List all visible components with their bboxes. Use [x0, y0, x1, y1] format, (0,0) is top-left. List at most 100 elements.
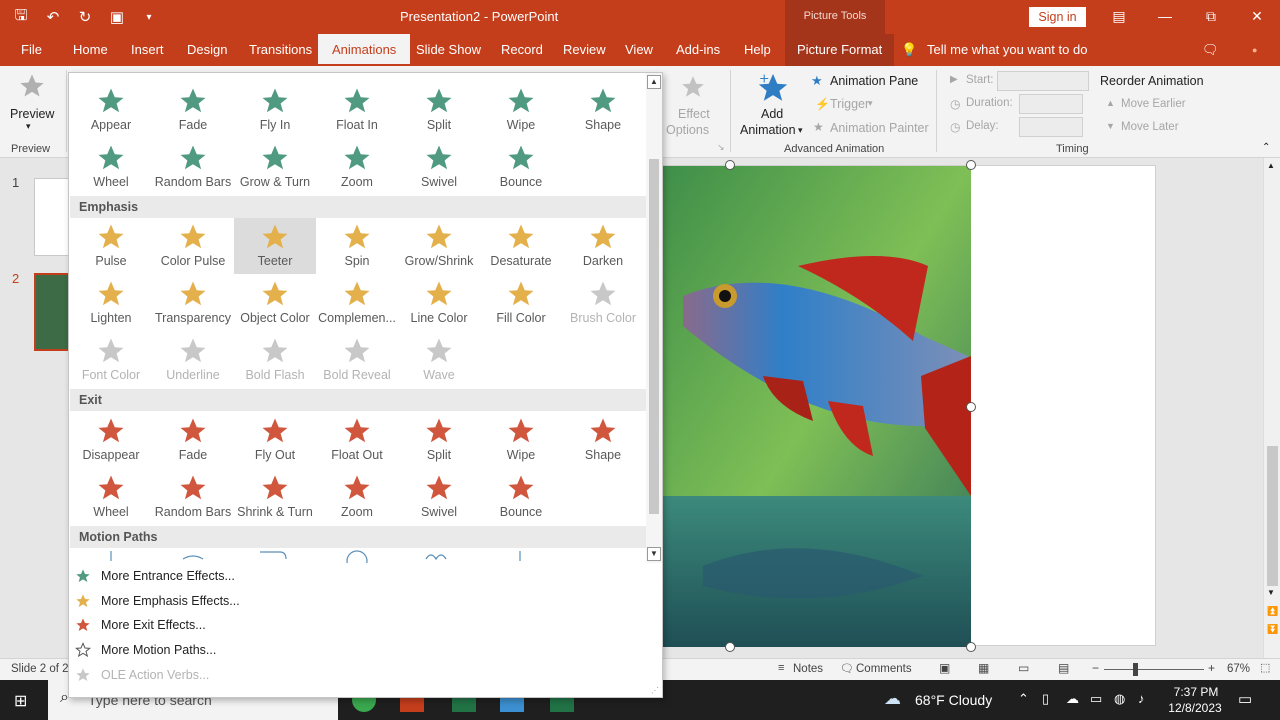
customize-qat-icon[interactable]: ▾ [138, 6, 160, 28]
wifi-icon[interactable]: ◍ [1114, 691, 1125, 707]
chevron-up-icon[interactable]: ⌃ [1018, 691, 1029, 707]
effect-entrance-grow-turn[interactable]: Grow & Turn [234, 139, 316, 195]
effect-entrance-wipe[interactable]: Wipe [480, 82, 562, 138]
windows-start-icon[interactable]: ⊞ [14, 691, 27, 711]
gallery-scroll-thumb[interactable] [649, 159, 659, 514]
resize-handle[interactable] [725, 642, 735, 652]
zoom-out-icon[interactable]: − [1092, 661, 1099, 675]
more-item-more-exit-effects[interactable]: More Exit Effects... [69, 614, 659, 638]
battery-icon[interactable]: ▭ [1090, 691, 1102, 707]
onedrive-icon[interactable]: ☁ [1066, 691, 1079, 707]
ribbon-display-icon[interactable]: ▤ [1096, 0, 1142, 32]
notes-button[interactable]: Notes [793, 663, 823, 675]
zoom-slider-thumb[interactable] [1133, 663, 1138, 676]
fit-slide-icon[interactable]: ⬚ [1260, 661, 1270, 674]
fish-picture[interactable] [663, 166, 971, 647]
more-item-more-entrance-effects[interactable]: More Entrance Effects... [69, 565, 659, 589]
effect-emphasis-complemen[interactable]: Complemen... [316, 275, 398, 331]
effect-emphasis-lighten[interactable]: Lighten [70, 275, 152, 331]
save-icon[interactable]: 🖫 [10, 6, 32, 28]
effect-emphasis-teeter[interactable]: Teeter [234, 218, 316, 274]
tab-record[interactable]: Record [501, 42, 543, 57]
tab-view[interactable]: View [625, 42, 653, 57]
presenter-icon[interactable]: ▣ [106, 6, 128, 28]
effect-emphasis-darken[interactable]: Darken [562, 218, 644, 274]
animation-pane-button[interactable]: Animation Pane [830, 74, 918, 88]
effect-entrance-split[interactable]: Split [398, 82, 480, 138]
duration-input[interactable] [1019, 94, 1083, 114]
tab-animations[interactable]: Animations [318, 34, 411, 66]
collapse-ribbon-icon[interactable]: ⌃ [1262, 142, 1270, 153]
effect-entrance-wheel[interactable]: Wheel [70, 139, 152, 195]
effect-exit-wheel[interactable]: Wheel [70, 469, 152, 525]
effect-exit-disappear[interactable]: Disappear [70, 412, 152, 468]
dialog-launcher-icon[interactable]: ↘ [717, 142, 725, 153]
effect-exit-fly-out[interactable]: Fly Out [234, 412, 316, 468]
move-earlier-button[interactable]: Move Earlier [1121, 98, 1186, 110]
zoom-slider[interactable] [1104, 669, 1204, 670]
slide[interactable] [662, 160, 1156, 652]
preview-chevron-icon[interactable]: ▾ [26, 121, 31, 132]
delay-input[interactable] [1019, 117, 1083, 137]
slide-thumbnail-1[interactable] [34, 178, 70, 256]
scroll-down-icon[interactable]: ▼ [1267, 588, 1275, 597]
effect-exit-bounce[interactable]: Bounce [480, 469, 562, 525]
tab-add-ins[interactable]: Add-ins [676, 42, 720, 57]
tab-file[interactable]: File [21, 42, 42, 57]
effect-emphasis-spin[interactable]: Spin [316, 218, 398, 274]
effect-exit-swivel[interactable]: Swivel [398, 469, 480, 525]
more-item-ole-action-verbs[interactable]: OLE Action Verbs... [69, 664, 659, 688]
effect-emphasis-fill-color[interactable]: Fill Color [480, 275, 562, 331]
tab-home[interactable]: Home [73, 42, 108, 57]
effect-emphasis-object-color[interactable]: Object Color [234, 275, 316, 331]
effect-exit-zoom[interactable]: Zoom [316, 469, 398, 525]
zoom-in-icon[interactable]: + [1208, 661, 1215, 675]
notification-center-icon[interactable]: ▭ [1238, 690, 1252, 708]
tell-me-search[interactable]: Tell me what you want to do [927, 42, 1087, 57]
tab-design[interactable]: Design [187, 42, 227, 57]
add-animation-button[interactable]: Animation [740, 123, 796, 137]
chevron-down-icon[interactable]: ▾ [798, 125, 803, 136]
redo-icon[interactable]: ↻ [74, 6, 96, 28]
effect-emphasis-bold-reveal[interactable]: Bold Reveal [316, 332, 398, 388]
move-later-button[interactable]: Move Later [1121, 121, 1179, 133]
preview-button[interactable]: Preview [10, 107, 54, 121]
next-slide-icon[interactable]: ⏬ [1267, 624, 1278, 635]
scroll-up-icon[interactable]: ▲ [1267, 161, 1275, 170]
effect-emphasis-pulse[interactable]: Pulse [70, 218, 152, 274]
effect-exit-shrink-turn[interactable]: Shrink & Turn [234, 469, 316, 525]
more-item-more-emphasis-effects[interactable]: More Emphasis Effects... [69, 590, 659, 614]
effect-emphasis-wave[interactable]: Wave [398, 332, 480, 388]
animation-painter-button[interactable]: Animation Painter [830, 121, 929, 135]
start-select[interactable] [997, 71, 1089, 91]
add-animation-icon[interactable]: + [756, 71, 790, 105]
undo-icon[interactable]: ↶ [42, 6, 64, 28]
effect-emphasis-transparency[interactable]: Transparency [152, 275, 234, 331]
effect-emphasis-desaturate[interactable]: Desaturate [480, 218, 562, 274]
previous-slide-icon[interactable]: ⏫ [1267, 606, 1278, 617]
effect-exit-float-out[interactable]: Float Out [316, 412, 398, 468]
effect-emphasis-bold-flash[interactable]: Bold Flash [234, 332, 316, 388]
resize-handle[interactable] [966, 402, 976, 412]
effect-emphasis-line-color[interactable]: Line Color [398, 275, 480, 331]
tab-slide-show[interactable]: Slide Show [416, 42, 481, 57]
effect-options-button[interactable]: Options [666, 123, 709, 137]
effect-entrance-shape[interactable]: Shape [562, 82, 644, 138]
effect-emphasis-color-pulse[interactable]: Color Pulse [152, 218, 234, 274]
gallery-scroll-up-icon[interactable]: ▲ [647, 75, 661, 89]
effect-emphasis-brush-color[interactable]: Brush Color [562, 275, 644, 331]
slide-show-icon[interactable]: ▤ [1058, 661, 1069, 675]
slide-thumbnail-2[interactable] [34, 273, 70, 351]
clock-date[interactable]: 12/8/2023 [1164, 701, 1226, 715]
zoom-level[interactable]: 67% [1227, 663, 1250, 675]
effect-entrance-float-in[interactable]: Float In [316, 82, 398, 138]
reading-view-icon[interactable]: ▭ [1018, 661, 1029, 675]
trigger-button[interactable]: Trigger [830, 97, 869, 111]
tab-review[interactable]: Review [563, 42, 606, 57]
volume-icon[interactable]: ♪ [1138, 691, 1145, 706]
effect-entrance-bounce[interactable]: Bounce [480, 139, 562, 195]
weather-text[interactable]: 68°F Cloudy [915, 692, 992, 708]
effect-entrance-fly-in[interactable]: Fly In [234, 82, 316, 138]
resize-grip-icon[interactable]: ⋰ [651, 686, 659, 695]
more-item-more-motion-paths[interactable]: More Motion Paths... [69, 639, 659, 663]
